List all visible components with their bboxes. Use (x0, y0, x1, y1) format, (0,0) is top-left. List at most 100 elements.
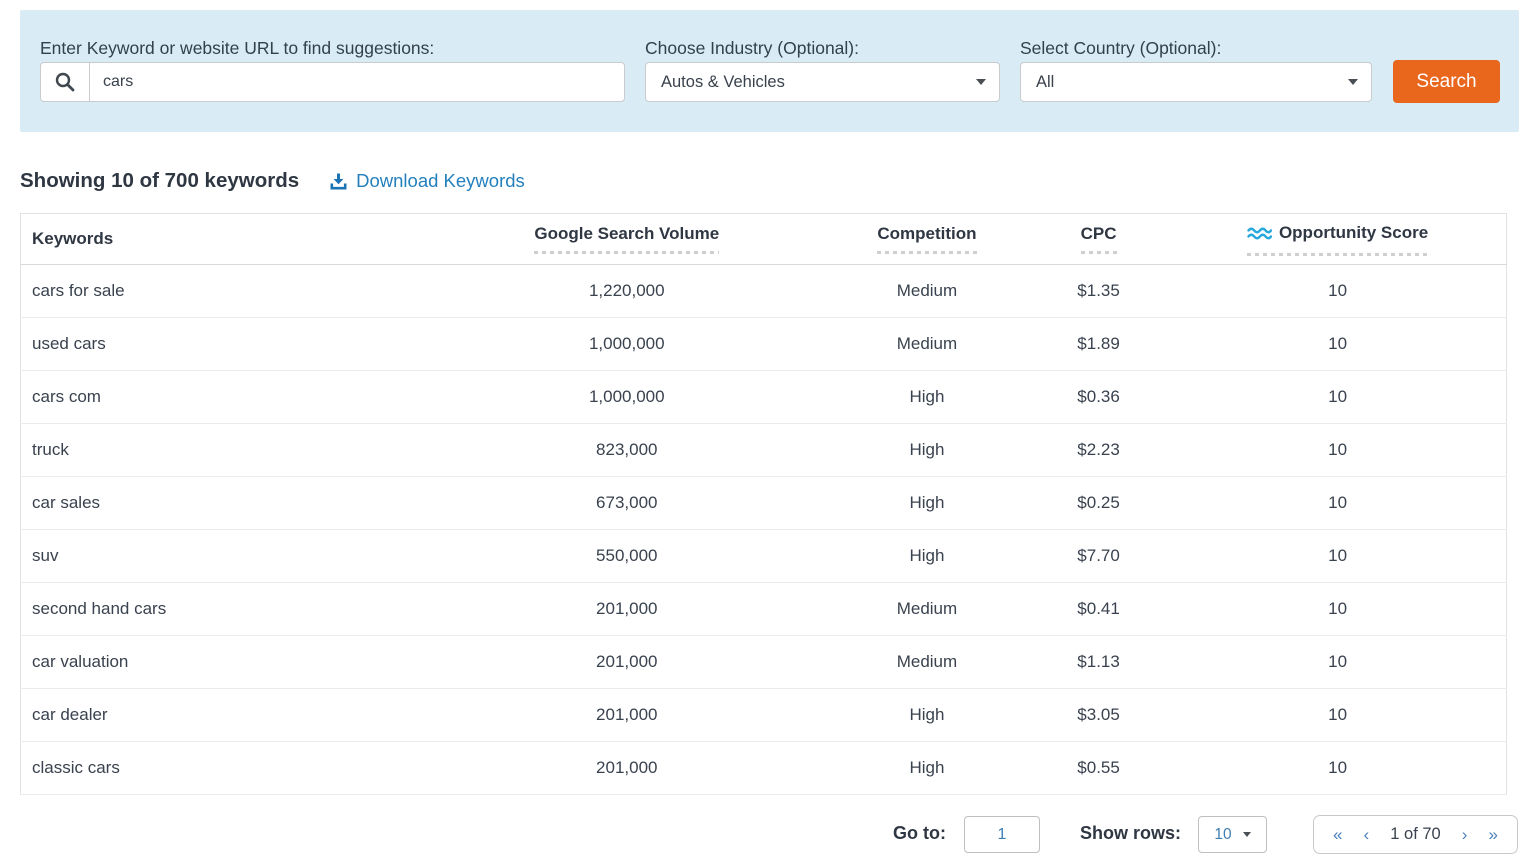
keyword-cell: car dealer (21, 689, 428, 742)
search-volume-cell: 673,000 (428, 477, 826, 530)
opportunity-score-cell: 10 (1169, 318, 1506, 371)
table-row: truck 823,000 High $2.23 10 (21, 424, 1507, 477)
chevron-down-icon (976, 79, 986, 85)
keyword-cell: truck (21, 424, 428, 477)
last-page-button[interactable]: » (1489, 826, 1498, 843)
goto-page-label: Go to: (893, 823, 946, 844)
opportunity-score-cell: 10 (1169, 371, 1506, 424)
competition-cell: High (826, 530, 1028, 583)
search-volume-cell: 1,220,000 (428, 265, 826, 318)
table-header-row: Keywords Google Search Volume Competitio… (21, 214, 1507, 265)
keyword-field-label: Enter Keyword or website URL to find sug… (40, 38, 434, 59)
country-field-label: Select Country (Optional): (1020, 38, 1221, 59)
keyword-cell: classic cars (21, 742, 428, 795)
cpc-cell: $0.25 (1028, 477, 1169, 530)
search-volume-cell: 550,000 (428, 530, 826, 583)
competition-cell: High (826, 689, 1028, 742)
table-row: second hand cars 201,000 Medium $0.41 10 (21, 583, 1507, 636)
keyword-cell: cars com (21, 371, 428, 424)
competition-cell: High (826, 371, 1028, 424)
competition-cell: High (826, 742, 1028, 795)
keyword-input-group (40, 62, 625, 102)
table-row: cars for sale 1,220,000 Medium $1.35 10 (21, 265, 1507, 318)
table-footer: Go to: Show rows: 10 « ‹ 1 of 70 › » (20, 815, 1507, 857)
search-volume-cell: 201,000 (428, 636, 826, 689)
search-button[interactable]: Search (1393, 60, 1500, 103)
search-volume-cell: 1,000,000 (428, 318, 826, 371)
column-header-keywords: Keywords (21, 214, 428, 265)
download-keywords-link[interactable]: Download Keywords (329, 170, 525, 192)
cpc-cell: $1.13 (1028, 636, 1169, 689)
keyword-cell: cars for sale (21, 265, 428, 318)
chevron-down-icon (1243, 832, 1251, 837)
competition-cell: Medium (826, 265, 1028, 318)
cpc-cell: $0.55 (1028, 742, 1169, 795)
opportunity-score-cell: 10 (1169, 477, 1506, 530)
competition-cell: High (826, 424, 1028, 477)
chevron-down-icon (1348, 79, 1358, 85)
keyword-cell: car sales (21, 477, 428, 530)
country-select-value: All (1036, 73, 1054, 92)
industry-field-label: Choose Industry (Optional): (645, 38, 859, 59)
search-volume-cell: 201,000 (428, 742, 826, 795)
opportunity-score-cell: 10 (1169, 689, 1506, 742)
opportunity-score-cell: 10 (1169, 636, 1506, 689)
show-rows-label: Show rows: (1080, 823, 1181, 844)
page-indicator: 1 of 70 (1390, 825, 1440, 844)
table-row: classic cars 201,000 High $0.55 10 (21, 742, 1507, 795)
search-icon (40, 62, 90, 102)
next-page-button[interactable]: › (1462, 826, 1468, 843)
search-volume-cell: 823,000 (428, 424, 826, 477)
competition-cell: Medium (826, 318, 1028, 371)
cpc-cell: $0.41 (1028, 583, 1169, 636)
goto-page-input[interactable] (964, 816, 1040, 853)
table-row: car sales 673,000 High $0.25 10 (21, 477, 1507, 530)
cpc-cell: $7.70 (1028, 530, 1169, 583)
column-header-opportunity-score[interactable]: Opportunity Score (1169, 214, 1506, 265)
table-row: used cars 1,000,000 Medium $1.89 10 (21, 318, 1507, 371)
first-page-button[interactable]: « (1333, 826, 1342, 843)
results-bar: Showing 10 of 700 keywords Download Keyw… (20, 166, 525, 196)
column-header-cpc[interactable]: CPC (1028, 214, 1169, 265)
column-header-competition[interactable]: Competition (826, 214, 1028, 265)
download-icon (329, 172, 348, 191)
cpc-cell: $2.23 (1028, 424, 1169, 477)
industry-select[interactable]: Autos & Vehicles (645, 62, 1000, 102)
column-header-search-volume[interactable]: Google Search Volume (428, 214, 826, 265)
industry-select-value: Autos & Vehicles (661, 73, 785, 92)
opportunity-score-cell: 10 (1169, 424, 1506, 477)
table-row: cars com 1,000,000 High $0.36 10 (21, 371, 1507, 424)
competition-cell: High (826, 477, 1028, 530)
keyword-cell: suv (21, 530, 428, 583)
opportunity-score-cell: 10 (1169, 530, 1506, 583)
show-rows-value: 10 (1214, 826, 1231, 844)
show-rows-select[interactable]: 10 (1198, 816, 1267, 853)
pagination: « ‹ 1 of 70 › » (1313, 815, 1518, 854)
competition-cell: Medium (826, 636, 1028, 689)
cpc-cell: $1.89 (1028, 318, 1169, 371)
results-summary: Showing 10 of 700 keywords (20, 169, 299, 193)
opportunity-score-cell: 10 (1169, 742, 1506, 795)
country-select[interactable]: All (1020, 62, 1372, 102)
search-volume-cell: 1,000,000 (428, 371, 826, 424)
search-volume-cell: 201,000 (428, 583, 826, 636)
download-link-label: Download Keywords (356, 170, 525, 192)
cpc-cell: $1.35 (1028, 265, 1169, 318)
cpc-cell: $0.36 (1028, 371, 1169, 424)
opportunity-score-cell: 10 (1169, 583, 1506, 636)
table-row: car dealer 201,000 High $3.05 10 (21, 689, 1507, 742)
search-volume-cell: 201,000 (428, 689, 826, 742)
keywords-table: Keywords Google Search Volume Competitio… (20, 213, 1507, 795)
keyword-search-input[interactable] (90, 62, 625, 102)
keyword-cell: second hand cars (21, 583, 428, 636)
table-row: car valuation 201,000 Medium $1.13 10 (21, 636, 1507, 689)
competition-cell: Medium (826, 583, 1028, 636)
waves-icon (1247, 226, 1272, 245)
keyword-cell: used cars (21, 318, 428, 371)
table-row: suv 550,000 High $7.70 10 (21, 530, 1507, 583)
search-panel: Enter Keyword or website URL to find sug… (20, 10, 1519, 132)
previous-page-button[interactable]: ‹ (1364, 826, 1370, 843)
keyword-cell: car valuation (21, 636, 428, 689)
opportunity-score-cell: 10 (1169, 265, 1506, 318)
cpc-cell: $3.05 (1028, 689, 1169, 742)
